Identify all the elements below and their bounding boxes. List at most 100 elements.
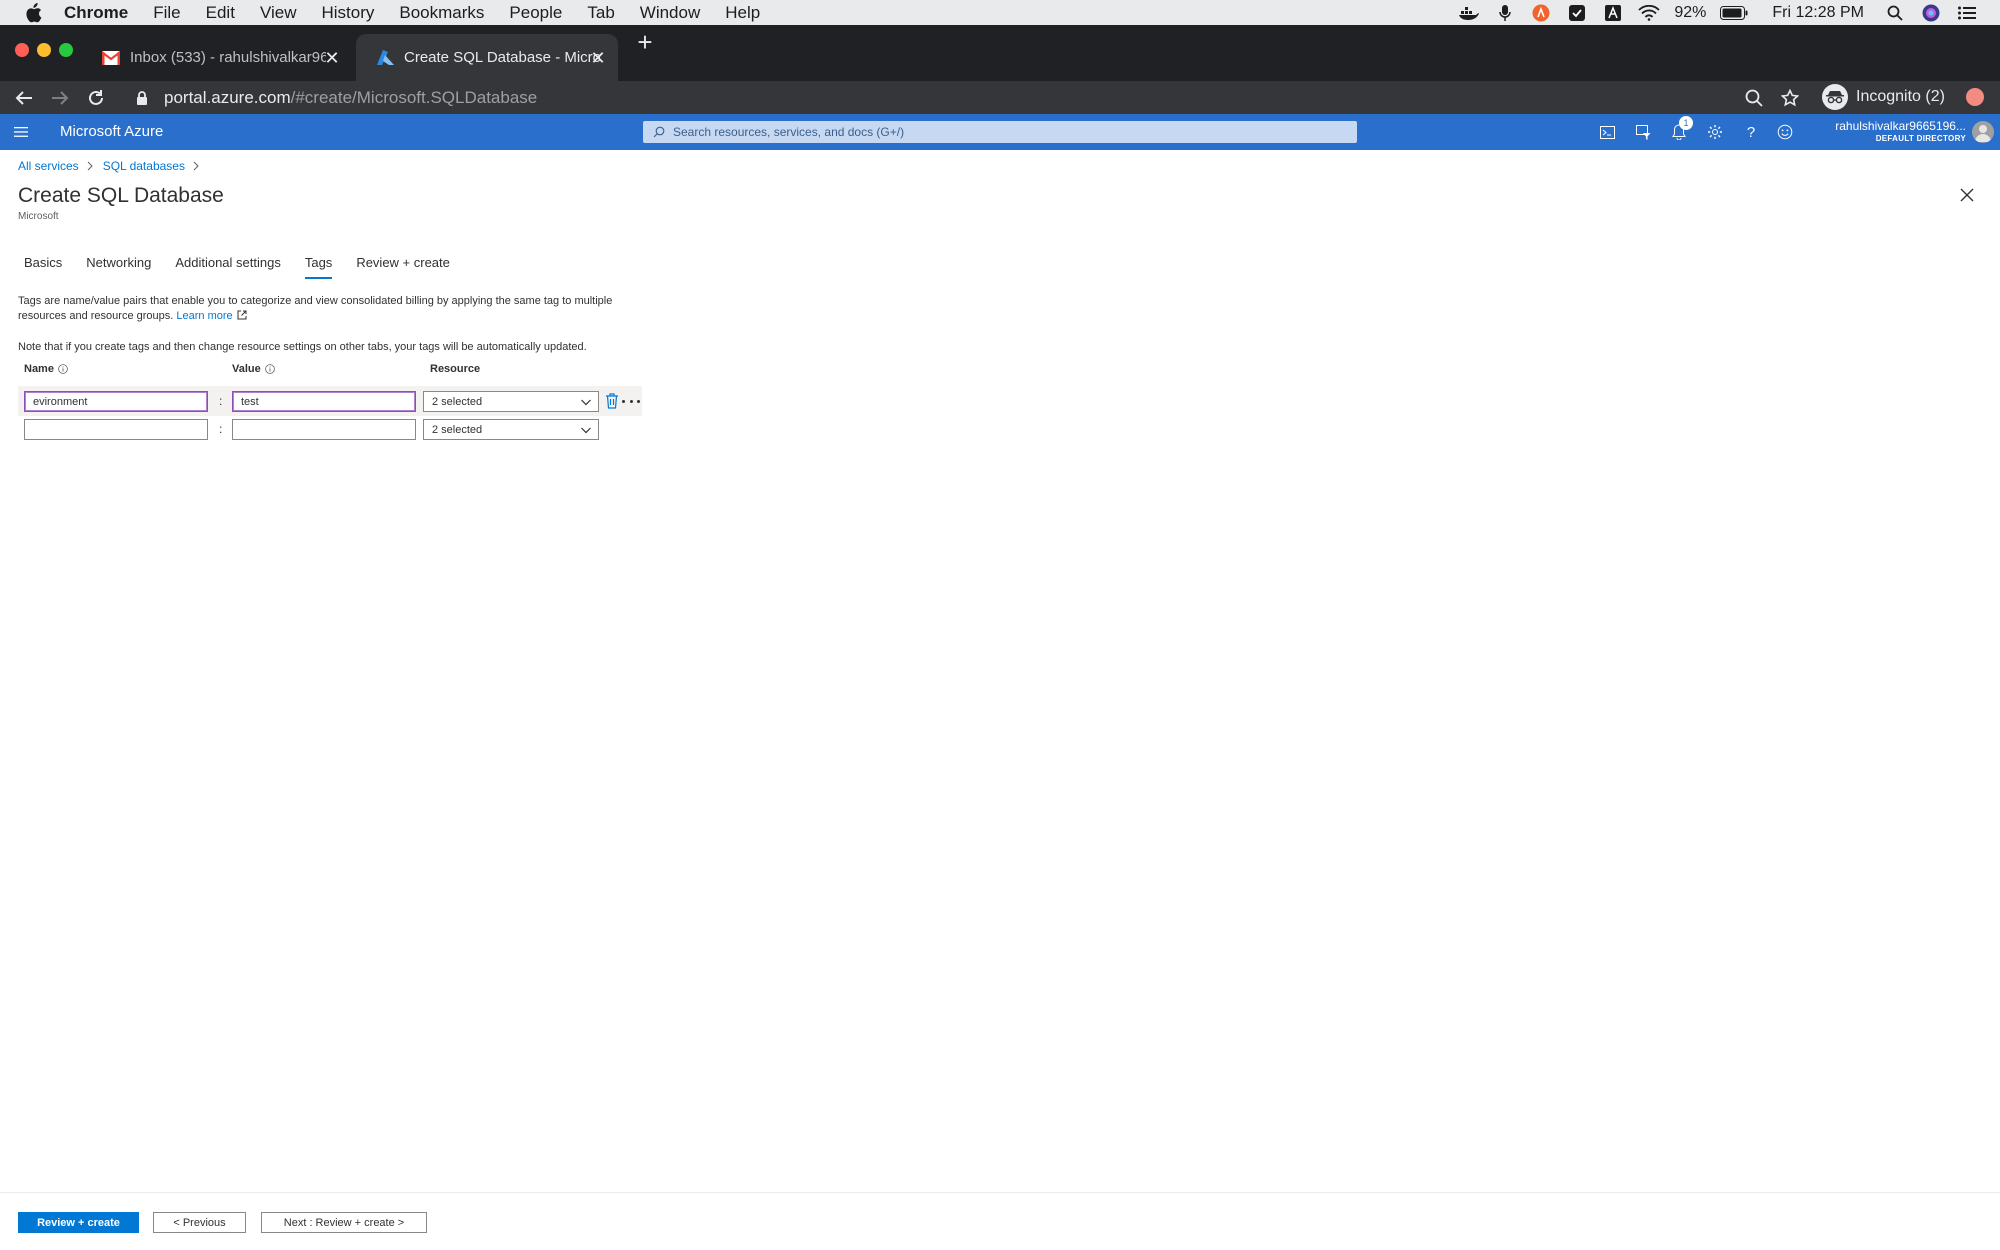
cloud-shell-icon[interactable]: [1598, 123, 1616, 141]
learn-more-link[interactable]: Learn more: [176, 310, 247, 322]
tag-separator: :: [219, 422, 223, 436]
reload-icon[interactable]: [84, 86, 108, 110]
delete-trash-icon[interactable]: [605, 393, 619, 409]
incognito-indicator[interactable]: Incognito (2): [1822, 83, 1945, 111]
close-blade-icon[interactable]: [1958, 186, 1976, 204]
tab-title: Inbox (533) - rahulshivalkar96: [130, 49, 326, 66]
tab-tags[interactable]: Tags: [304, 255, 333, 279]
siri-icon[interactable]: [1920, 4, 1942, 22]
menu-file[interactable]: File: [153, 3, 180, 23]
battery-icon[interactable]: [1720, 4, 1748, 22]
menu-app-name[interactable]: Chrome: [64, 3, 128, 23]
spotlight-icon[interactable]: [1884, 4, 1906, 22]
url-text: portal.azure.com/#create/Microsoft.SQLDa…: [164, 88, 537, 108]
tag-value-input[interactable]: [232, 419, 416, 440]
help-question-icon[interactable]: ?: [1742, 123, 1760, 141]
address-bar[interactable]: portal.azure.com/#create/Microsoft.SQLDa…: [124, 81, 1784, 114]
chevron-right-icon: [193, 161, 201, 171]
form-tabs: Basics Networking Additional settings Ta…: [24, 255, 474, 279]
tab-title: Create SQL Database - Micros: [404, 49, 600, 66]
window-zoom-button[interactable]: [59, 43, 73, 57]
microphone-icon[interactable]: [1494, 4, 1516, 22]
window-minimize-button[interactable]: [37, 43, 51, 57]
azure-header: Microsoft Azure 1 ? rahulshivalkar966519…: [0, 114, 2000, 150]
menu-edit[interactable]: Edit: [206, 3, 235, 23]
checkmark-app-icon[interactable]: [1566, 4, 1588, 22]
tab-close-icon[interactable]: ✕: [588, 48, 608, 68]
extension-icon[interactable]: [1966, 88, 1984, 106]
page-subtitle: Microsoft: [18, 211, 59, 222]
footer-divider: [0, 1192, 2000, 1193]
tab-additional-settings[interactable]: Additional settings: [175, 255, 281, 276]
tab-close-icon[interactable]: ✕: [322, 48, 342, 68]
forward-arrow-icon[interactable]: [48, 86, 72, 110]
chrome-toolbar: portal.azure.com/#create/Microsoft.SQLDa…: [0, 81, 2000, 114]
breadcrumb-sql-databases[interactable]: SQL databases: [103, 159, 185, 173]
directory-filter-icon[interactable]: [1634, 123, 1652, 141]
external-link-icon: [237, 310, 247, 320]
review-create-button[interactable]: Review + create: [18, 1212, 139, 1233]
menu-history[interactable]: History: [321, 3, 374, 23]
next-review-create-button[interactable]: Next : Review + create >: [261, 1212, 427, 1233]
notification-center-icon[interactable]: [1956, 4, 1978, 22]
avatar[interactable]: [1972, 121, 1994, 143]
menu-help[interactable]: Help: [725, 3, 760, 23]
column-header-name: Name: [24, 363, 68, 375]
menu-people[interactable]: People: [509, 3, 562, 23]
zoom-icon[interactable]: [1742, 86, 1766, 110]
input-source-icon[interactable]: [1602, 4, 1624, 22]
hamburger-menu-icon[interactable]: [14, 124, 30, 140]
info-icon[interactable]: [264, 364, 275, 374]
bookmark-star-icon[interactable]: [1778, 86, 1802, 110]
window-close-button[interactable]: [15, 43, 29, 57]
browser-tab-gmail[interactable]: Inbox (533) - rahulshivalkar96 ✕: [82, 34, 352, 81]
macos-menubar: Chrome File Edit View History Bookmarks …: [0, 0, 2000, 25]
menu-bookmarks[interactable]: Bookmarks: [399, 3, 484, 23]
feedback-smiley-icon[interactable]: [1776, 123, 1794, 141]
new-tab-button[interactable]: +: [634, 27, 656, 57]
tag-resource-select[interactable]: 2 selected: [423, 419, 599, 440]
menu-view[interactable]: View: [260, 3, 297, 23]
tag-name-input[interactable]: [24, 419, 208, 440]
back-arrow-icon[interactable]: [12, 86, 36, 110]
search-input[interactable]: [673, 125, 1333, 139]
account-info[interactable]: rahulshivalkar9665196... DEFAULT DIRECTO…: [1832, 119, 1966, 143]
tag-resource-select[interactable]: 2 selected: [423, 391, 599, 412]
account-directory: DEFAULT DIRECTORY: [1875, 134, 1966, 143]
settings-gear-icon[interactable]: [1706, 123, 1724, 141]
apple-icon[interactable]: [22, 2, 44, 24]
incognito-label: Incognito (2): [1856, 88, 1945, 105]
column-header-value: Value: [232, 363, 275, 375]
tab-basics[interactable]: Basics: [24, 255, 62, 276]
column-header-resource: Resource: [430, 363, 481, 375]
more-options-icon[interactable]: [622, 396, 640, 406]
previous-button[interactable]: < Previous: [153, 1212, 246, 1233]
wifi-icon[interactable]: [1638, 4, 1661, 22]
search-icon: [653, 126, 665, 138]
menu-window[interactable]: Window: [640, 3, 700, 23]
tab-networking[interactable]: Networking: [86, 255, 151, 276]
info-icon[interactable]: [58, 364, 68, 374]
tag-name-input[interactable]: [24, 391, 208, 412]
account-username: rahulshivalkar9665196...: [1835, 119, 1966, 133]
tag-value-input[interactable]: [232, 391, 416, 412]
global-search[interactable]: [643, 121, 1357, 143]
browser-tab-azure[interactable]: Create SQL Database - Micros ✕: [356, 34, 618, 81]
tags-description: Tags are name/value pairs that enable yo…: [18, 294, 618, 324]
azure-brand[interactable]: Microsoft Azure: [60, 123, 163, 140]
lock-icon: [137, 90, 147, 105]
docker-icon[interactable]: [1458, 4, 1480, 22]
azure-logo-icon: [376, 49, 394, 67]
page-title: Create SQL Database: [18, 184, 224, 207]
tab-review-create[interactable]: Review + create: [356, 255, 450, 276]
avast-icon[interactable]: [1530, 4, 1552, 22]
breadcrumb: All services SQL databases: [18, 159, 209, 173]
chevron-down-icon: [581, 399, 591, 406]
menu-tab[interactable]: Tab: [587, 3, 614, 23]
chevron-down-icon: [581, 427, 591, 434]
chevron-right-icon: [87, 161, 95, 171]
description-text: Tags are name/value pairs that enable yo…: [18, 295, 613, 322]
breadcrumb-all-services[interactable]: All services: [18, 159, 79, 173]
menubar-clock[interactable]: Fri 12:28 PM: [1772, 4, 1864, 22]
select-value: 2 selected: [432, 395, 483, 408]
